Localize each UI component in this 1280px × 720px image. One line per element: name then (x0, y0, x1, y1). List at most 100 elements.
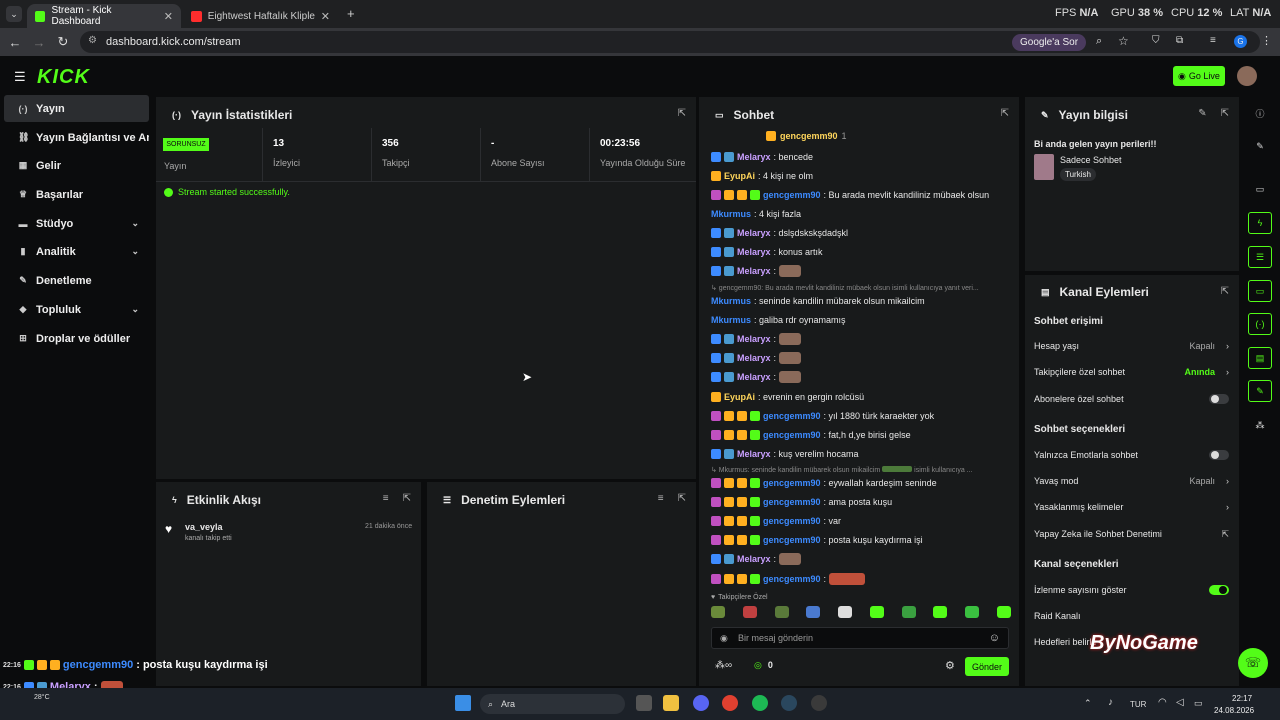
popout-icon[interactable]: ⇱ (1221, 286, 1229, 297)
show-viewers-toggle[interactable] (1209, 585, 1229, 595)
popout-icon[interactable]: ⇱ (678, 493, 686, 504)
emote-icon[interactable] (933, 606, 948, 618)
account-age-setting[interactable]: Hesap yaşı Kapalı › (1034, 341, 1229, 351)
popout-icon[interactable]: ⇱ (1221, 108, 1229, 119)
emote-icon[interactable] (965, 606, 980, 618)
user-avatar[interactable] (1237, 66, 1257, 86)
reload-icon[interactable]: ↻ (54, 34, 72, 50)
chat-username[interactable]: Mkurmus (711, 209, 751, 219)
taskbar-search[interactable]: ⌕ Ara (480, 694, 625, 714)
spotify-icon[interactable] (752, 695, 768, 711)
category-name[interactable]: Sadece Sohbet (1060, 155, 1122, 165)
kick-logo[interactable]: KICK (37, 66, 90, 89)
close-tab-icon[interactable]: ✕ (321, 10, 330, 23)
filter-icon[interactable]: ≡ (383, 493, 389, 504)
emote-icon[interactable] (901, 606, 916, 618)
reading-list-icon[interactable]: ≡ (1210, 35, 1216, 46)
emote-icon[interactable] (774, 606, 789, 618)
close-tab-icon[interactable]: ✕ (164, 10, 173, 23)
zoom-icon[interactable]: ⌕ (1096, 35, 1102, 48)
sidebar-item-achievements[interactable]: ♕ Başarılar (4, 181, 149, 208)
sidebar-item-revenue[interactable]: ▦ Gelir (4, 152, 149, 179)
bookmark-star-icon[interactable]: ☆ (1118, 34, 1129, 48)
discord-icon[interactable] (693, 695, 709, 711)
sidebar-item-stream-key[interactable]: ⛓Yayın Bağlantısı ve Anahtarı (4, 124, 149, 151)
chat-username[interactable]: Melaryx (737, 334, 771, 344)
volume-icon[interactable]: ◁ (1176, 697, 1184, 708)
pinned-user[interactable]: gencgemm90 1 (766, 131, 847, 141)
popout-icon[interactable]: ⇱ (678, 108, 686, 119)
chat-username[interactable]: gencgemm90 (763, 516, 821, 526)
event-user[interactable]: va_veyla (185, 522, 223, 532)
tab-kick-dashboard[interactable]: Stream - Kick Dashboard ✕ (27, 4, 181, 28)
info-icon[interactable]: ⓘ (1248, 102, 1272, 124)
clock-date[interactable]: 24.08.2026 (1214, 706, 1254, 715)
subs-chat-toggle[interactable] (1209, 394, 1229, 404)
weather-widget[interactable]: 28°C (34, 694, 50, 701)
tray-chevron-icon[interactable]: ⌃ (1084, 698, 1092, 709)
sidebar-item-studio[interactable]: ▬ Stüdyo ⌄ (4, 210, 149, 237)
sidebar-item-community[interactable]: ◆ Topluluk ⌄ (4, 296, 149, 323)
hamburger-menu-icon[interactable]: ☰ (14, 69, 26, 85)
edit-icon[interactable]: ✎ (1198, 108, 1206, 119)
tab-youtube[interactable]: Eightwest Haftalık Klipler #1 | E ✕ (183, 4, 338, 28)
forward-icon[interactable]: → (30, 35, 48, 50)
followers-chat-setting[interactable]: Takipçilere özel sohbet Anında › (1034, 367, 1229, 377)
chat-username[interactable]: Melaryx (737, 353, 771, 363)
chat-settings-icon[interactable]: ⚙ (945, 659, 955, 672)
send-button[interactable]: Gönder (965, 657, 1009, 676)
site-info-icon[interactable]: ⚙ (88, 35, 97, 46)
sidebar-item-stream[interactable]: (·) Yayın (4, 95, 149, 122)
ai-moderation-setting[interactable]: Yapay Zeka ile Sohbet Denetimi ⇱ (1034, 529, 1229, 540)
chat-username[interactable]: gencgemm90 (763, 574, 821, 584)
emoji-icon[interactable]: ☺ (989, 632, 1000, 644)
raid-setting[interactable]: Raid Kanalı (1034, 611, 1229, 621)
popout-icon[interactable]: ⇱ (1001, 108, 1009, 119)
community-icon[interactable]: ⁂ (1248, 414, 1272, 436)
new-tab-icon[interactable]: + (347, 6, 355, 21)
chat-username[interactable]: EyupAi (724, 171, 755, 181)
chat-username[interactable]: gencgemm90 (763, 478, 821, 488)
chat-username[interactable]: Melaryx (737, 152, 771, 162)
stream-icon[interactable]: (·) (1248, 313, 1272, 335)
chrome-icon[interactable] (722, 695, 738, 711)
edit-icon[interactable]: ✎ (1248, 135, 1272, 157)
start-button-icon[interactable] (455, 695, 471, 711)
task-view-icon[interactable] (636, 695, 652, 711)
slow-mode-setting[interactable]: Yavaş mod Kapalı › (1034, 476, 1229, 486)
list-icon[interactable]: ☰ (1248, 246, 1272, 268)
wifi-icon[interactable]: ◠ (1158, 697, 1167, 708)
filter-icon[interactable]: ≡ (658, 493, 664, 504)
layout-icon[interactable]: ▭ (1248, 178, 1272, 200)
sidebar-item-drops[interactable]: ⊞ Droplar ve ödüller (4, 325, 149, 352)
chat-username[interactable]: Melaryx (737, 247, 771, 257)
infinity-icon[interactable]: ⁂∞ (715, 660, 732, 671)
battery-icon[interactable]: ▭ (1194, 698, 1203, 709)
sidebar-item-analytics[interactable]: ▮ Analitik ⌄ (4, 238, 149, 265)
chat-username[interactable]: gencgemm90 (763, 535, 821, 545)
chat-username[interactable]: gencgemm90 (763, 190, 821, 200)
chat-username[interactable]: Melaryx (737, 228, 771, 238)
microphone-icon[interactable]: ♪ (1108, 697, 1113, 708)
go-live-button[interactable]: ◉ Go Live (1173, 66, 1225, 86)
extensions-icon[interactable]: ⧉ (1176, 35, 1183, 46)
emote-icon[interactable] (742, 606, 757, 618)
back-icon[interactable]: ← (6, 35, 24, 50)
shield-icon[interactable]: ⛉ (1152, 35, 1160, 46)
chat-username[interactable]: Mkurmus (711, 315, 751, 325)
chat-username[interactable]: gencgemm90 (763, 497, 821, 507)
emote-icon[interactable] (996, 606, 1011, 618)
popout-icon[interactable]: ⇱ (403, 493, 411, 504)
bolt-icon[interactable]: ϟ (1248, 212, 1272, 234)
sidebar-item-moderation[interactable]: ✎ Denetleme (4, 267, 149, 294)
points-display[interactable]: ◎ 0 (754, 660, 773, 671)
emote-icon[interactable] (838, 606, 853, 618)
file-explorer-icon[interactable] (663, 695, 679, 711)
chat-username[interactable]: gencgemm90 (763, 411, 821, 421)
clock-time[interactable]: 22:17 (1232, 694, 1252, 703)
emote-only-toggle[interactable] (1209, 450, 1229, 460)
chat-username[interactable]: Melaryx (737, 554, 771, 564)
banned-words-setting[interactable]: Yasaklanmış kelimeler › (1034, 502, 1229, 512)
steam-icon[interactable] (781, 695, 797, 711)
emote-icon[interactable] (806, 606, 821, 618)
